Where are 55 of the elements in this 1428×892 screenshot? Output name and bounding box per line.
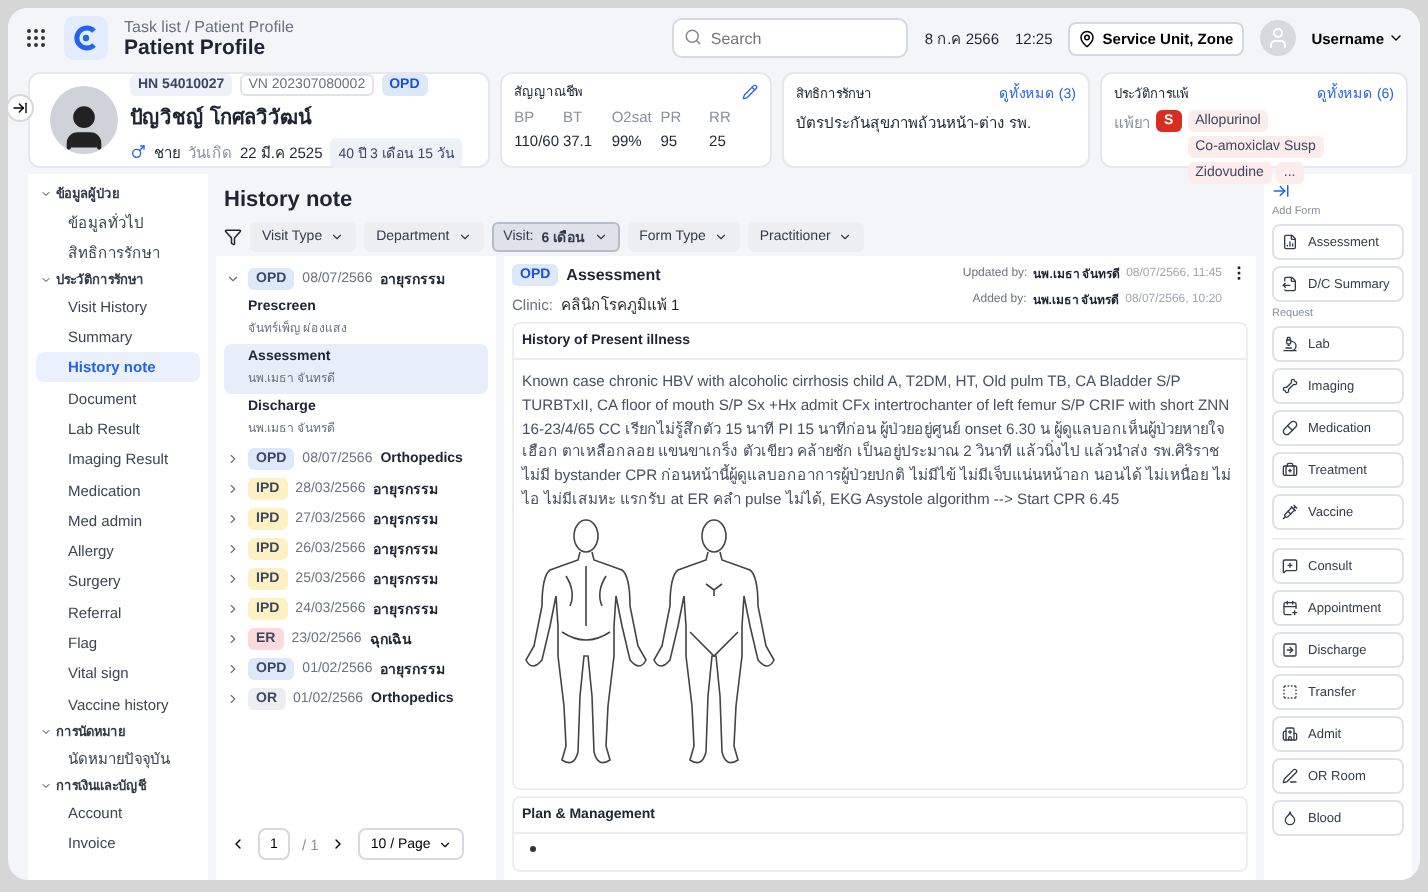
chevron-right-icon <box>226 602 240 616</box>
note-title: Assessment <box>566 266 661 284</box>
chevron-down-icon <box>40 188 52 200</box>
chevron-right-icon <box>226 452 240 466</box>
chevron-down-icon <box>330 230 345 244</box>
app-logo <box>64 16 108 60</box>
photo-placeholder <box>50 86 118 154</box>
chevron-right-icon <box>226 692 240 706</box>
chevron-right-icon <box>226 662 240 676</box>
chevron-down-icon <box>438 837 453 851</box>
male-icon <box>130 144 146 160</box>
chevron-right-icon <box>226 512 240 526</box>
chevron-down-icon <box>457 230 472 244</box>
chevron-right-icon <box>226 482 240 496</box>
calendar-plus-icon <box>1282 600 1298 616</box>
pill-icon <box>1282 420 1298 436</box>
medical-kit-icon <box>1282 462 1298 478</box>
hospital-icon <box>1282 726 1298 742</box>
avatar-icon <box>1259 20 1296 56</box>
message-plus-icon <box>1282 558 1298 574</box>
microscope-icon <box>1282 336 1298 352</box>
app-grid-icon[interactable] <box>24 26 48 50</box>
filter-icon[interactable] <box>224 228 242 246</box>
drop-icon <box>1282 810 1298 826</box>
bullet-icon <box>530 845 536 852</box>
search-field[interactable]: Search <box>672 18 909 58</box>
chevron-down-icon <box>1388 30 1404 46</box>
page-title: Patient Profile <box>124 35 268 59</box>
location-pin-icon <box>1078 29 1097 47</box>
chevron-down-icon <box>838 230 853 244</box>
pen-icon <box>1282 768 1298 784</box>
bone-icon <box>1282 378 1298 394</box>
collapse-arrow-icon <box>12 100 28 116</box>
chevron-down-icon <box>713 230 728 244</box>
file-export-icon <box>1282 276 1298 292</box>
prev-page-button[interactable] <box>230 836 246 852</box>
dashed-box-icon <box>1282 684 1298 700</box>
section-title: History note <box>222 186 355 216</box>
breadcrumb: Task list / Patient Profile <box>124 17 294 35</box>
chevron-down-icon <box>40 780 52 793</box>
chevron-down-icon <box>40 725 52 738</box>
chevron-down-icon <box>40 273 52 286</box>
chevron-right-icon <box>226 542 240 556</box>
expand-panel-icon[interactable] <box>1272 182 1290 200</box>
collapse-button[interactable] <box>8 94 34 122</box>
chevron-down-icon <box>226 272 240 286</box>
arrow-box-icon <box>1282 642 1298 658</box>
search-icon <box>684 28 703 46</box>
file-chart-icon <box>1282 234 1298 250</box>
chevron-right-icon <box>226 572 240 586</box>
syringe-icon <box>1282 504 1298 520</box>
chevron-down-icon <box>593 230 608 244</box>
edit-icon[interactable] <box>741 84 758 100</box>
patient-name: ปัญวิชญ์ โกศลวิวัฒน์ <box>130 103 314 131</box>
chevron-right-icon <box>226 632 240 646</box>
